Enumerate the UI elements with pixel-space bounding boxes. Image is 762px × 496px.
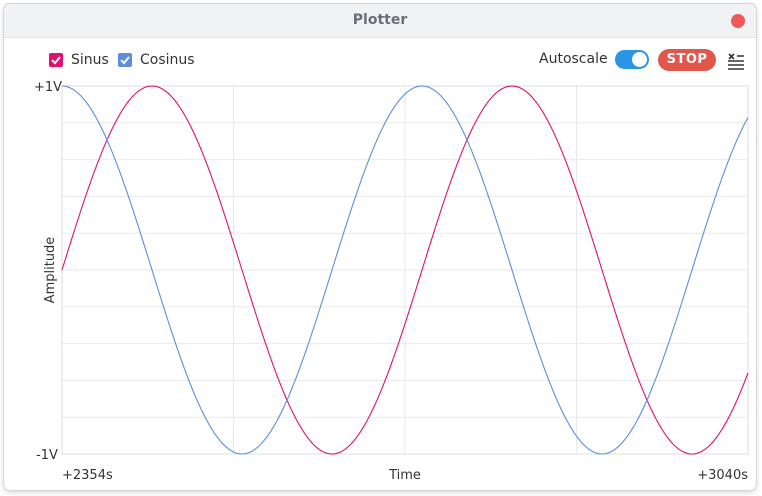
x-axis-label: Time	[388, 468, 421, 483]
x-tick-end: +3040s	[697, 468, 748, 483]
y-tick-bottom: -1V	[36, 448, 58, 463]
x-tick-start: +2354s	[62, 468, 113, 483]
plot-area: +1V -1V +2354s +3040s Time Amplitude	[34, 80, 749, 483]
y-tick-top: +1V	[34, 80, 62, 95]
plot-grid	[61, 85, 749, 455]
y-axis-label: Amplitude	[43, 237, 58, 304]
plotter-window: Plotter Sinus Cosinus Autoscale STOP +1V…	[4, 4, 756, 490]
